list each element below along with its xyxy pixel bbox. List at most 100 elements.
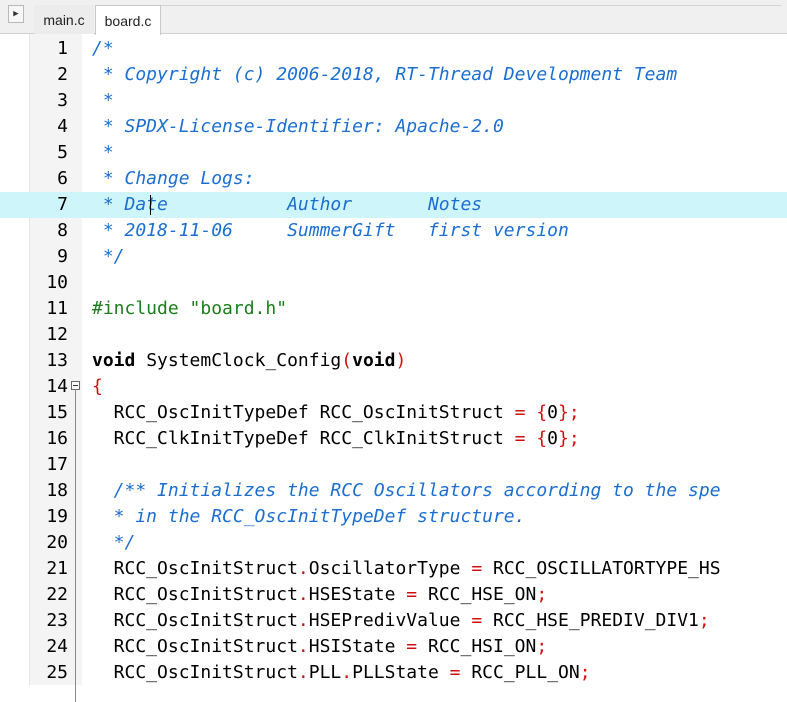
- code-text: */: [92, 530, 136, 556]
- code-token: RCC_OscInitStruct: [92, 558, 298, 579]
- text-cursor: [150, 195, 151, 215]
- line-number: 1: [57, 38, 68, 59]
- code-line[interactable]: 8 * 2018-11-06 SummerGift first version: [0, 218, 787, 244]
- code-line[interactable]: 22 RCC_OscInitStruct.HSEState = RCC_HSE_…: [0, 582, 787, 608]
- code-line[interactable]: 4 * SPDX-License-Identifier: Apache-2.0: [0, 114, 787, 140]
- line-number: 9: [57, 246, 68, 267]
- line-number: 4: [57, 116, 68, 137]
- code-text: /*: [92, 36, 114, 62]
- line-number: 5: [57, 142, 68, 163]
- fold-collapse-icon[interactable]: [71, 381, 80, 390]
- code-line[interactable]: 2 * Copyright (c) 2006-2018, RT-Thread D…: [0, 62, 787, 88]
- code-token: void: [352, 350, 396, 371]
- code-token: */: [92, 532, 136, 553]
- code-line[interactable]: 17: [0, 452, 787, 478]
- line-number: 19: [46, 506, 68, 527]
- code-token: };: [558, 402, 580, 423]
- code-line[interactable]: 3 *: [0, 88, 787, 114]
- code-text: RCC_ClkInitTypeDef RCC_ClkInitStruct = {…: [92, 426, 580, 452]
- line-number: 11: [46, 298, 68, 319]
- code-token: =: [471, 610, 483, 631]
- code-token: .: [297, 662, 309, 683]
- code-token: * 2018-11-06 SummerGift first version: [92, 220, 569, 241]
- line-number: 8: [57, 220, 68, 241]
- triangle-right-icon: ▶: [13, 9, 19, 19]
- line-number: 23: [46, 610, 68, 631]
- code-text: void SystemClock_Config(void): [92, 348, 406, 374]
- code-text: #include "board.h": [92, 296, 287, 322]
- code-token: HSEPredivValue: [308, 610, 472, 631]
- line-number: 16: [46, 428, 68, 449]
- code-token: 0: [547, 402, 559, 423]
- line-number: 24: [46, 636, 68, 657]
- code-token: ;: [698, 610, 710, 631]
- code-text: RCC_OscInitStruct.HSEPredivValue = RCC_H…: [92, 608, 710, 634]
- code-line[interactable]: 10: [0, 270, 787, 296]
- code-token: SystemClock_Config: [135, 350, 342, 371]
- code-line[interactable]: 16 RCC_ClkInitTypeDef RCC_ClkInitStruct …: [0, 426, 787, 452]
- code-token: HSIState: [308, 636, 407, 657]
- code-token: * in the RCC_OscInitTypeDef structure.: [92, 506, 526, 527]
- line-number: 22: [46, 584, 68, 605]
- code-token: RCC_OscInitStruct: [92, 584, 298, 605]
- code-text: RCC_OscInitStruct.PLL.PLLState = RCC_PLL…: [92, 660, 591, 686]
- line-number: 25: [46, 662, 68, 683]
- code-line[interactable]: 24 RCC_OscInitStruct.HSIState = RCC_HSI_…: [0, 634, 787, 660]
- code-token: {: [536, 402, 548, 423]
- code-token: * SPDX-License-Identifier: Apache-2.0: [92, 116, 504, 137]
- code-line[interactable]: 19 * in the RCC_OscInitTypeDef structure…: [0, 504, 787, 530]
- tab-label: main.c: [43, 11, 85, 28]
- code-line[interactable]: 11 #include "board.h": [0, 296, 787, 322]
- fold-guide-line: [75, 390, 76, 702]
- code-line[interactable]: 25 RCC_OscInitStruct.PLL.PLLState = RCC_…: [0, 660, 787, 686]
- code-text: * Copyright (c) 2006-2018, RT-Thread Dev…: [92, 62, 677, 88]
- code-line[interactable]: 13 void SystemClock_Config(void): [0, 348, 787, 374]
- code-token: PLLState: [352, 662, 450, 683]
- code-token: /*: [92, 38, 114, 59]
- code-line[interactable]: 14 {: [0, 374, 787, 400]
- code-line[interactable]: 18 /** Initializes the RCC Oscillators a…: [0, 478, 787, 504]
- code-token: OscillatorType: [308, 558, 472, 579]
- code-line[interactable]: 15 RCC_OscInitTypeDef RCC_OscInitStruct …: [0, 400, 787, 426]
- code-token: .: [297, 610, 309, 631]
- code-token: * Copyright (c) 2006-2018, RT-Thread Dev…: [92, 64, 678, 85]
- code-token: RCC_ClkInitTypeDef RCC_ClkInitStruct: [92, 428, 515, 449]
- code-token: */: [92, 246, 125, 267]
- code-editor[interactable]: 1 /* 2 * Copyright (c) 2006-2018, RT-Threa…: [0, 36, 787, 702]
- code-token: *: [92, 142, 114, 163]
- tab-scroll-right-button[interactable]: ▶: [8, 5, 24, 23]
- code-line[interactable]: 12: [0, 322, 787, 348]
- code-line[interactable]: 7 * Date Author Notes: [0, 192, 787, 218]
- code-text: * in the RCC_OscInitTypeDef structure.: [92, 504, 526, 530]
- tab-main-c[interactable]: main.c: [34, 5, 94, 34]
- code-line[interactable]: 5 *: [0, 140, 787, 166]
- code-text: {: [92, 374, 103, 400]
- code-line[interactable]: 20 */: [0, 530, 787, 556]
- code-line[interactable]: 6 * Change Logs:: [0, 166, 787, 192]
- code-line[interactable]: 21 RCC_OscInitStruct.OscillatorType = RC…: [0, 556, 787, 582]
- code-text: RCC_OscInitStruct.OscillatorType = RCC_O…: [92, 556, 721, 582]
- line-number: 14: [46, 376, 68, 397]
- code-token: /** Initializes the RCC Oscillators acco…: [92, 480, 721, 501]
- line-number: 15: [46, 402, 68, 423]
- code-line[interactable]: 23 RCC_OscInitStruct.HSEPredivValue = RC…: [0, 608, 787, 634]
- line-number: 20: [46, 532, 68, 553]
- code-token: =: [514, 402, 526, 423]
- code-token: ): [395, 350, 407, 371]
- code-token: 0: [547, 428, 559, 449]
- code-token: ;: [536, 584, 548, 605]
- code-token: (: [341, 350, 353, 371]
- tab-bar-divider: [161, 5, 781, 6]
- code-line[interactable]: 9 */: [0, 244, 787, 270]
- tab-board-c[interactable]: board.c: [95, 5, 161, 35]
- code-text: RCC_OscInitStruct.HSEState = RCC_HSE_ON;: [92, 582, 548, 608]
- code-text: RCC_OscInitStruct.HSIState = RCC_HSI_ON;: [92, 634, 548, 660]
- code-token: {: [536, 428, 548, 449]
- code-token: RCC_OscInitStruct: [92, 662, 298, 683]
- code-token: #include "board.h": [92, 298, 288, 319]
- code-token: RCC_HSE_ON: [417, 584, 537, 605]
- code-text: RCC_OscInitTypeDef RCC_OscInitStruct = {…: [92, 400, 580, 426]
- code-line[interactable]: 1 /*: [0, 36, 787, 62]
